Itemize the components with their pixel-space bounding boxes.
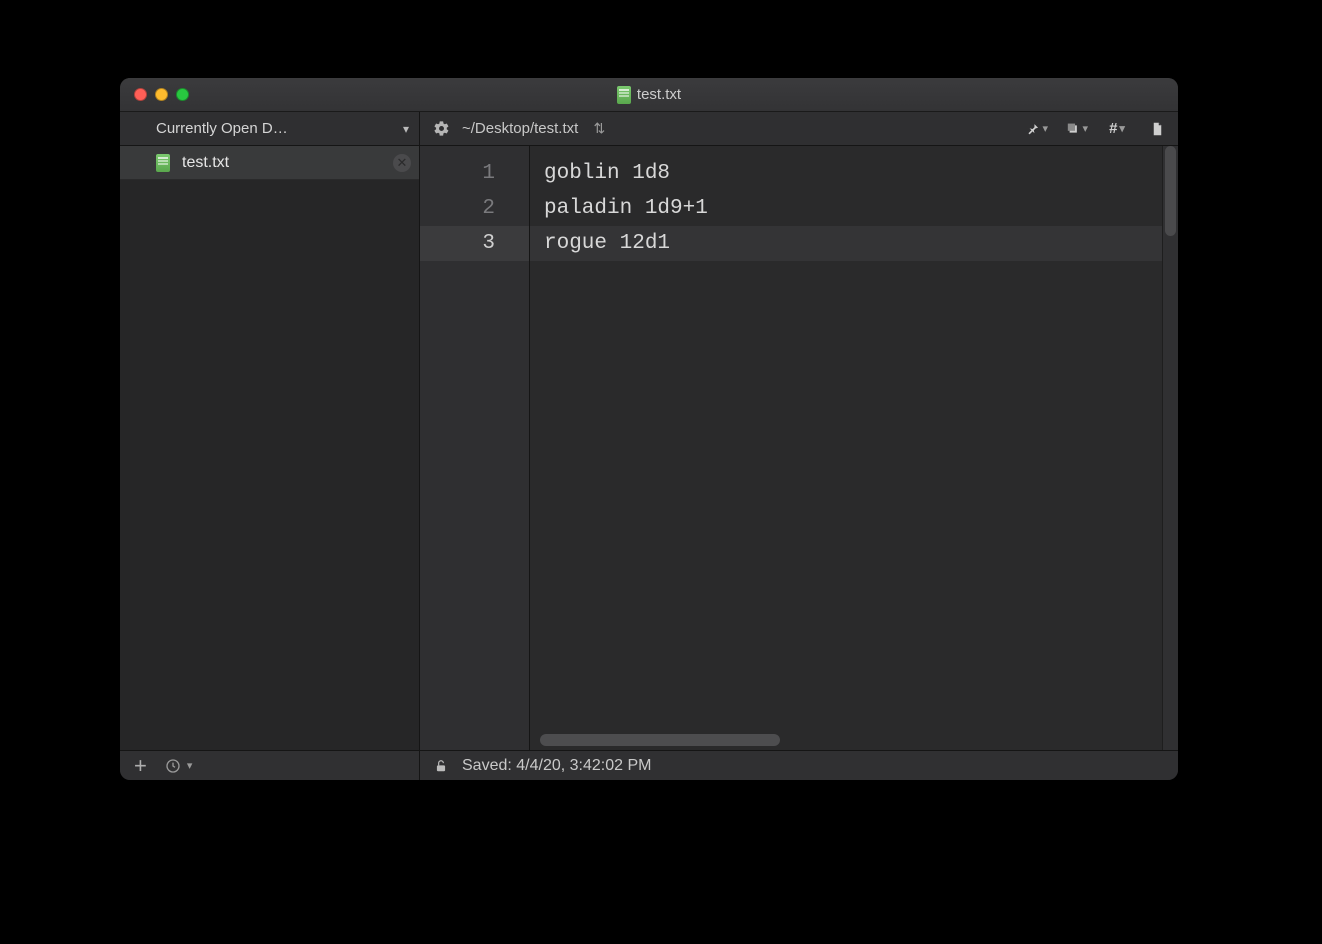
vertical-scrollbar-thumb[interactable] <box>1165 146 1176 236</box>
line-number[interactable]: 2 <box>420 191 529 226</box>
horizontal-scrollbar[interactable] <box>540 734 1154 746</box>
code-area[interactable]: goblin 1d8 paladin 1d9+1 rogue 12d1 <box>530 146 1178 750</box>
main-panel: ~/Desktop/test.txt ⇅ ▾ ▾ # ▾ <box>420 112 1178 750</box>
history-button[interactable]: ▾ <box>165 758 193 774</box>
document-icon <box>156 154 170 172</box>
close-window-button[interactable] <box>134 88 147 101</box>
editor: 1 2 3 goblin 1d8 paladin 1d9+1 rogue 12d… <box>420 146 1178 750</box>
pin-icon[interactable]: ▾ <box>1026 121 1048 137</box>
line-number[interactable]: 3 <box>420 226 529 261</box>
new-document-icon[interactable] <box>1146 120 1168 138</box>
toolbar-right: ▾ ▾ # ▾ <box>1026 120 1172 138</box>
zoom-window-button[interactable] <box>176 88 189 101</box>
horizontal-scrollbar-thumb[interactable] <box>540 734 780 746</box>
document-icon <box>617 86 631 104</box>
vertical-scrollbar[interactable] <box>1162 146 1178 750</box>
code-line[interactable]: paladin 1d9+1 <box>530 191 1178 226</box>
code-line[interactable]: rogue 12d1 <box>530 226 1178 261</box>
window-title: test.txt <box>120 86 1178 104</box>
line-number[interactable]: 1 <box>420 156 529 191</box>
window-title-text: test.txt <box>637 86 681 103</box>
gear-icon[interactable] <box>430 120 452 137</box>
titlebar[interactable]: test.txt <box>120 78 1178 112</box>
hash-icon[interactable]: # ▾ <box>1106 120 1128 137</box>
status-saved-label: Saved: 4/4/20, 3:42:02 PM <box>462 757 651 775</box>
gutter: 1 2 3 <box>420 146 530 750</box>
sidebar-item-label: test.txt <box>182 154 229 172</box>
stack-icon[interactable]: ▾ <box>1066 121 1088 137</box>
add-button[interactable]: + <box>134 755 147 777</box>
sidebar: Currently Open D… ▾ test.txt ✕ <box>120 112 420 750</box>
editor-window: test.txt Currently Open D… ▾ test.txt ✕ <box>120 78 1178 780</box>
chevron-down-icon: ▾ <box>187 759 193 772</box>
traffic-lights <box>120 88 189 101</box>
sort-icon[interactable]: ⇅ <box>588 120 610 137</box>
sidebar-section-dropdown[interactable]: Currently Open D… ▾ <box>120 112 419 146</box>
status-right: Saved: 4/4/20, 3:42:02 PM <box>420 757 1178 775</box>
file-path[interactable]: ~/Desktop/test.txt <box>462 120 578 137</box>
chevron-down-icon: ▾ <box>1119 122 1125 135</box>
minimize-window-button[interactable] <box>155 88 168 101</box>
chevron-down-icon: ▾ <box>1082 122 1088 135</box>
sidebar-list: test.txt ✕ <box>120 146 419 750</box>
chevron-down-icon: ▾ <box>403 122 409 136</box>
window-body: Currently Open D… ▾ test.txt ✕ ~/Desktop… <box>120 112 1178 750</box>
toolbar: ~/Desktop/test.txt ⇅ ▾ ▾ # ▾ <box>420 112 1178 146</box>
chevron-down-icon: ▾ <box>1042 122 1048 135</box>
sidebar-item-file[interactable]: test.txt ✕ <box>120 146 419 180</box>
code-line[interactable]: goblin 1d8 <box>530 156 1178 191</box>
close-file-button[interactable]: ✕ <box>393 154 411 172</box>
sidebar-section-label: Currently Open D… <box>156 120 397 137</box>
status-left: + ▾ <box>120 751 420 780</box>
statusbar: + ▾ Saved: 4/4/20, 3:42:02 PM <box>120 750 1178 780</box>
unlock-icon[interactable] <box>434 758 448 774</box>
